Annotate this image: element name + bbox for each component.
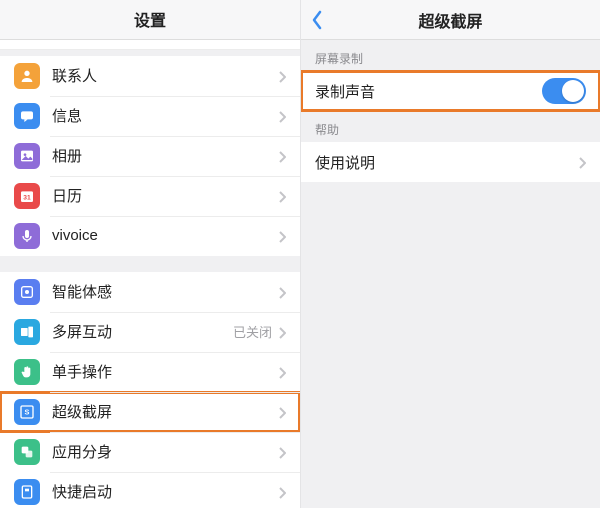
chevron-right-icon (278, 70, 286, 82)
settings-item-label: 多屏互动 (52, 321, 233, 342)
section-header-recording: 屏幕录制 (301, 40, 600, 71)
chevron-right-icon (278, 190, 286, 202)
chevron-right-icon (578, 156, 586, 168)
settings-item-label: 日历 (52, 185, 278, 206)
settings-item-screenshot[interactable]: S 超级截屏 (0, 392, 300, 432)
settings-screen: 设置 联系人信息相册 31 日历 vivoice 智能体感多屏互动已关闭单手操作 S 超级… (0, 0, 300, 508)
screenshot-icon: S (14, 399, 40, 425)
chevron-right-icon (278, 406, 286, 418)
header: 设置 (0, 0, 300, 40)
settings-item-label: vivoice (52, 227, 278, 244)
settings-item-quick[interactable]: 快捷启动 (0, 472, 300, 508)
settings-item-label: 智能体感 (52, 281, 278, 302)
mic-icon (14, 223, 40, 249)
message-icon (14, 103, 40, 129)
instructions-label: 使用说明 (315, 152, 578, 173)
photo-icon (14, 143, 40, 169)
smart-icon (14, 279, 40, 305)
header: 超级截屏 (301, 0, 600, 40)
chevron-right-icon (278, 150, 286, 162)
super-screenshot-screen: 超级截屏 屏幕录制 录制声音 帮助 使用说明 (300, 0, 600, 508)
settings-item-value: 已关闭 (233, 322, 272, 341)
chevron-right-icon (278, 326, 286, 338)
svg-text:S: S (25, 407, 30, 416)
settings-item-vivoice[interactable]: vivoice (0, 216, 300, 256)
content: 屏幕录制 录制声音 帮助 使用说明 (301, 40, 600, 508)
settings-item-label: 快捷启动 (52, 481, 278, 502)
page-title: 设置 (134, 7, 166, 31)
svg-text:31: 31 (23, 194, 31, 201)
settings-item-multi[interactable]: 多屏互动已关闭 (0, 312, 300, 352)
quick-icon (14, 479, 40, 505)
instructions-row[interactable]: 使用说明 (301, 142, 600, 182)
settings-item-photos[interactable]: 相册 (0, 136, 300, 176)
settings-item-label: 单手操作 (52, 361, 278, 382)
person-icon (14, 63, 40, 89)
chevron-right-icon (278, 486, 286, 498)
record-audio-row[interactable]: 录制声音 (301, 71, 600, 111)
calendar-icon: 31 (14, 183, 40, 209)
settings-item-label: 信息 (52, 105, 278, 126)
settings-list: 联系人信息相册 31 日历 vivoice 智能体感多屏互动已关闭单手操作 S 超级截屏应… (0, 40, 300, 508)
chevron-right-icon (278, 230, 286, 242)
chevron-right-icon (278, 110, 286, 122)
appclone-icon (14, 439, 40, 465)
partial-row (0, 40, 300, 50)
multi-icon (14, 319, 40, 345)
chevron-right-icon (278, 286, 286, 298)
settings-item-onehand[interactable]: 单手操作 (0, 352, 300, 392)
back-button[interactable] (311, 0, 323, 40)
page-title: 超级截屏 (418, 8, 482, 32)
settings-item-appclone[interactable]: 应用分身 (0, 432, 300, 472)
settings-item-calendar[interactable]: 31 日历 (0, 176, 300, 216)
settings-item-label: 联系人 (52, 65, 278, 86)
record-audio-toggle[interactable] (542, 78, 586, 104)
settings-item-messages[interactable]: 信息 (0, 96, 300, 136)
settings-item-contacts[interactable]: 联系人 (0, 56, 300, 96)
section-header-help: 帮助 (301, 111, 600, 142)
chevron-right-icon (278, 366, 286, 378)
settings-item-label: 超级截屏 (52, 401, 278, 422)
settings-item-label: 应用分身 (52, 441, 278, 462)
settings-item-label: 相册 (52, 145, 278, 166)
onehand-icon (14, 359, 40, 385)
record-audio-label: 录制声音 (315, 81, 542, 102)
settings-item-smart[interactable]: 智能体感 (0, 272, 300, 312)
chevron-right-icon (278, 446, 286, 458)
